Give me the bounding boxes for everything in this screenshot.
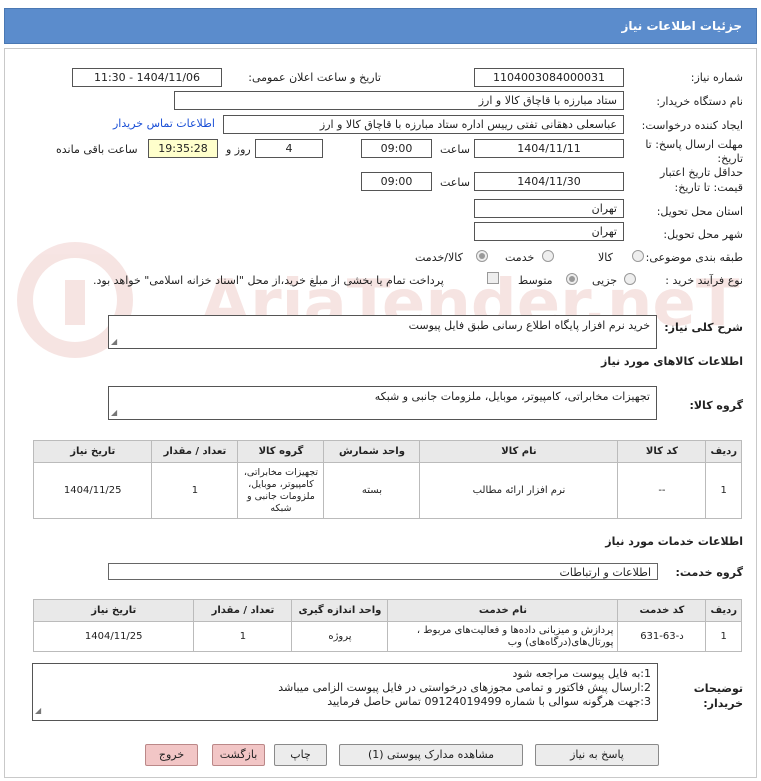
summary-textarea[interactable]: خرید نرم افزار پایگاه اطلاع رسانی طبق فا… xyxy=(108,315,657,349)
category-radio-service[interactable] xyxy=(542,250,554,262)
cell-unit: بسته xyxy=(323,462,421,519)
back-button[interactable]: بازگشت xyxy=(212,744,265,766)
buyer-contact-link[interactable]: اطلاعات تماس خریدار xyxy=(113,117,215,130)
table-row[interactable]: 1 د-63-631 پردازش و میزبانی داده‌ها و فع… xyxy=(32,621,742,652)
cell-date: 1404/11/25 xyxy=(32,621,195,652)
cell-qty: 1 xyxy=(193,621,293,652)
goods-table: ردیف کد کالا نام کالا واحد شمارش گروه کا… xyxy=(32,440,742,519)
col-service-code: کد خدمت xyxy=(617,599,707,622)
creator-label: ایجاد کننده درخواست: xyxy=(641,119,743,132)
goods-group-label: گروه کالا: xyxy=(689,399,743,412)
need-number-field[interactable]: 1104003084000031 xyxy=(474,68,624,87)
validity-time-field[interactable]: 09:00 xyxy=(361,172,432,191)
col-qty: تعداد / مقدار xyxy=(193,599,293,622)
col-measure-unit: واحد اندازه گیری xyxy=(291,599,389,622)
province-label: استان محل تحویل: xyxy=(656,205,743,218)
col-goods-group: گروه کالا xyxy=(237,440,325,463)
col-date: تاریخ نیاز xyxy=(32,440,153,463)
days-label: روز و xyxy=(226,143,251,156)
print-button[interactable]: چاپ xyxy=(274,744,327,766)
deadline-date-field[interactable]: 1404/11/11 xyxy=(474,139,624,158)
service-group-label: گروه خدمت: xyxy=(675,566,743,579)
cell-name: نرم افزار ارائه مطالب xyxy=(419,462,619,519)
col-qty: تعداد / مقدار xyxy=(151,440,239,463)
services-table: ردیف کد خدمت نام خدمت واحد اندازه گیری ت… xyxy=(32,599,742,652)
buyer-label: نام دستگاه خریدار: xyxy=(656,95,743,108)
category-radio-goods-service[interactable] xyxy=(476,250,488,262)
col-row: ردیف xyxy=(705,599,742,622)
notes-label-2: خریدار: xyxy=(703,697,743,710)
announce-label: تاریخ و ساعت اعلان عمومی: xyxy=(248,71,381,84)
resize-grip-icon[interactable]: ◢ xyxy=(111,408,117,417)
validity-label-2: قیمت: تا تاریخ: xyxy=(674,181,743,194)
announce-date-field[interactable]: 1404/11/06 - 11:30 xyxy=(72,68,222,87)
category-option-service: خدمت xyxy=(505,251,535,264)
purchase-type-label: نوع فرآیند خرید : xyxy=(665,274,743,287)
category-label: طبقه بندی موضوعی: xyxy=(645,251,743,264)
need-number-label: شماره نیاز: xyxy=(690,71,743,84)
buyer-field[interactable]: ستاد مبارزه با قاچاق کالا و ارز xyxy=(174,91,624,110)
col-date: تاریخ نیاز xyxy=(32,599,195,622)
validity-time-label: ساعت xyxy=(440,176,470,189)
category-option-goods: کالا xyxy=(598,251,613,264)
resize-grip-icon[interactable]: ◢ xyxy=(111,337,117,346)
cell-qty: 1 xyxy=(151,462,239,519)
validity-date-field[interactable]: 1404/11/30 xyxy=(474,172,624,191)
col-service-name: نام خدمت xyxy=(387,599,619,622)
attachments-button[interactable]: مشاهده مدارک پیوستی (1) xyxy=(339,744,523,766)
cell-code: د-63-631 xyxy=(617,621,707,652)
note-line-2: 2:ارسال پیش فاکتور و تمامی مجوزهای درخوا… xyxy=(278,681,651,694)
purchase-radio-medium[interactable] xyxy=(566,273,578,285)
summary-text: خرید نرم افزار پایگاه اطلاع رسانی طبق فا… xyxy=(408,319,650,332)
creator-field[interactable]: عباسعلی دهقانی تفتی رییس اداره ستاد مبار… xyxy=(223,115,624,134)
cell-row: 1 xyxy=(705,462,742,519)
city-label: شهر محل تحویل: xyxy=(663,228,743,241)
deadline-time-field[interactable]: 09:00 xyxy=(361,139,432,158)
purchase-option-minor: جزیی xyxy=(592,274,618,287)
cell-row: 1 xyxy=(705,621,742,652)
goods-section-title: اطلاعات کالاهای مورد نیاز xyxy=(601,355,743,368)
category-option-goods-service: کالا/خدمت xyxy=(415,251,463,264)
purchase-radio-minor[interactable] xyxy=(624,273,636,285)
goods-table-header: ردیف کد کالا نام کالا واحد شمارش گروه کا… xyxy=(32,440,742,463)
cell-group: تجهیزات مخابراتی، کامپیوتر، موبایل، ملزو… xyxy=(237,462,325,519)
col-row: ردیف xyxy=(705,440,742,463)
cell-unit: پروژه xyxy=(291,621,389,652)
cell-code: -- xyxy=(617,462,707,519)
city-field[interactable]: تهران xyxy=(474,222,624,241)
validity-label-1: حداقل تاریخ اعتبار xyxy=(659,166,743,179)
note-line-3: 3:جهت هرگونه سوالی با شماره 09124019499 … xyxy=(327,695,651,708)
table-row[interactable]: 1 -- نرم افزار ارائه مطالب بسته تجهیزات … xyxy=(32,462,742,519)
cell-name: پردازش و میزبانی داده‌ها و فعالیت‌های مر… xyxy=(387,621,619,652)
category-radio-goods[interactable] xyxy=(632,250,644,262)
province-field[interactable]: تهران xyxy=(474,199,624,218)
goods-group-text: تجهیزات مخابراتی، کامپیوتر، موبایل، ملزو… xyxy=(374,390,650,403)
remaining-label: ساعت باقی مانده xyxy=(56,143,138,156)
goods-group-textarea[interactable]: تجهیزات مخابراتی، کامپیوتر، موبایل، ملزو… xyxy=(108,386,657,420)
resize-grip-icon[interactable]: ◢ xyxy=(35,704,41,718)
deadline-time-label: ساعت xyxy=(440,143,470,156)
summary-label: شرح کلی نیاز: xyxy=(664,321,743,334)
treasury-checkbox[interactable] xyxy=(487,272,499,284)
window-title: جزئیات اطلاعات نیاز xyxy=(621,19,742,33)
notes-textarea[interactable]: 1:به فایل پیوست مراجعه شود 2:ارسال پیش ف… xyxy=(32,663,658,721)
title-bar: جزئیات اطلاعات نیاز xyxy=(4,8,757,44)
col-unit: واحد شمارش xyxy=(323,440,421,463)
exit-button[interactable]: خروج xyxy=(145,744,198,766)
deadline-label: مهلت ارسال پاسخ: تا تاریخ: xyxy=(645,138,743,165)
treasury-note: پرداخت تمام یا بخشی از مبلغ خرید،از محل … xyxy=(93,274,444,287)
reply-button[interactable]: پاسخ به نیاز xyxy=(535,744,659,766)
notes-label-1: توضیحات xyxy=(693,682,743,695)
window-titlebar: جزئیات اطلاعات نیاز xyxy=(0,0,761,48)
remaining-time-field[interactable]: 19:35:28 xyxy=(148,139,218,158)
services-section-title: اطلاعات خدمات مورد نیاز xyxy=(605,535,743,548)
cell-date: 1404/11/25 xyxy=(32,462,153,519)
days-remaining-field[interactable]: 4 xyxy=(255,139,323,158)
services-table-header: ردیف کد خدمت نام خدمت واحد اندازه گیری ت… xyxy=(32,599,742,622)
purchase-option-medium: متوسط xyxy=(518,274,553,287)
service-group-field[interactable]: اطلاعات و ارتباطات xyxy=(108,563,658,580)
note-line-1: 1:به فایل پیوست مراجعه شود xyxy=(512,667,651,680)
col-goods-name: نام کالا xyxy=(419,440,619,463)
col-goods-code: کد کالا xyxy=(617,440,707,463)
